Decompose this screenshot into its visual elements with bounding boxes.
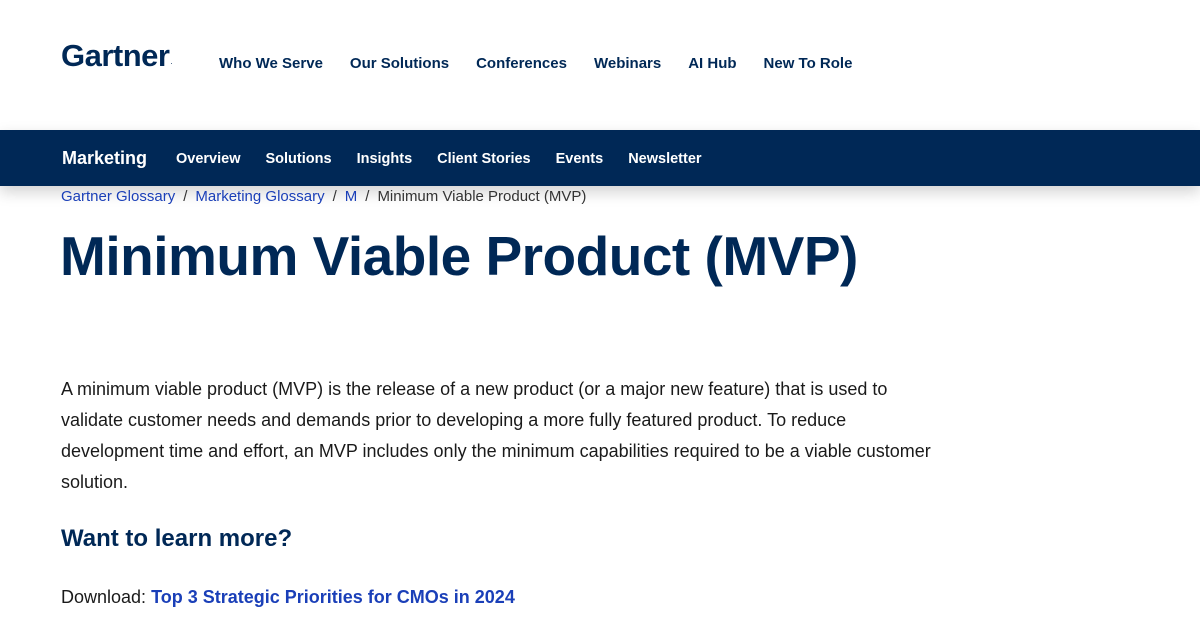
marketing-sub-nav: Marketing Overview Solutions Insights Cl… — [0, 130, 1200, 186]
top-header: Gartner . Who We Serve Our Solutions Con… — [0, 0, 1200, 130]
logo-registered-mark: . — [170, 57, 173, 66]
learn-more-heading: Want to learn more? — [61, 525, 293, 552]
download-line: Download: Top 3 Strategic Priorities for… — [61, 585, 515, 609]
download-link[interactable]: Top 3 Strategic Priorities for CMOs in 2… — [151, 587, 515, 607]
breadcrumb-separator: / — [332, 188, 337, 205]
sub-nav-insights[interactable]: Insights — [357, 150, 413, 168]
page-title: Minimum Viable Product (MVP) — [60, 225, 858, 287]
page: Gartner . Who We Serve Our Solutions Con… — [0, 0, 1200, 630]
nav-webinars[interactable]: Webinars — [594, 54, 661, 76]
sub-nav-events[interactable]: Events — [556, 150, 604, 168]
breadcrumb-separator: / — [183, 188, 188, 205]
nav-conferences[interactable]: Conferences — [476, 54, 567, 76]
logo-text: Gartner — [61, 38, 170, 73]
definition-text: A minimum viable product (MVP) is the re… — [61, 379, 931, 492]
download-label: Download: — [61, 587, 152, 607]
nav-new-to-role[interactable]: New To Role — [764, 54, 853, 76]
sub-nav-links: Overview Solutions Insights Client Stori… — [176, 150, 727, 168]
breadcrumb-current: Minimum Viable Product (MVP) — [377, 188, 587, 205]
nav-ai-hub[interactable]: AI Hub — [688, 54, 736, 76]
sub-nav-newsletter[interactable]: Newsletter — [628, 150, 701, 168]
breadcrumb-separator: / — [365, 188, 370, 205]
sub-nav-solutions[interactable]: Solutions — [266, 150, 332, 168]
primary-nav: Who We Serve Our Solutions Conferences W… — [219, 54, 852, 76]
breadcrumb-letter-m[interactable]: M — [345, 187, 358, 207]
sub-nav-section-title[interactable]: Marketing — [62, 147, 147, 169]
gartner-logo[interactable]: Gartner . — [61, 38, 173, 74]
nav-our-solutions[interactable]: Our Solutions — [350, 54, 449, 76]
breadcrumb-marketing-glossary[interactable]: Marketing Glossary — [195, 187, 324, 207]
sub-nav-overview[interactable]: Overview — [176, 150, 241, 168]
breadcrumb-gartner-glossary[interactable]: Gartner Glossary — [61, 187, 175, 207]
breadcrumb: Gartner Glossary / Marketing Glossary / … — [61, 187, 586, 207]
nav-who-we-serve[interactable]: Who We Serve — [219, 54, 323, 76]
sub-nav-client-stories[interactable]: Client Stories — [437, 150, 530, 168]
